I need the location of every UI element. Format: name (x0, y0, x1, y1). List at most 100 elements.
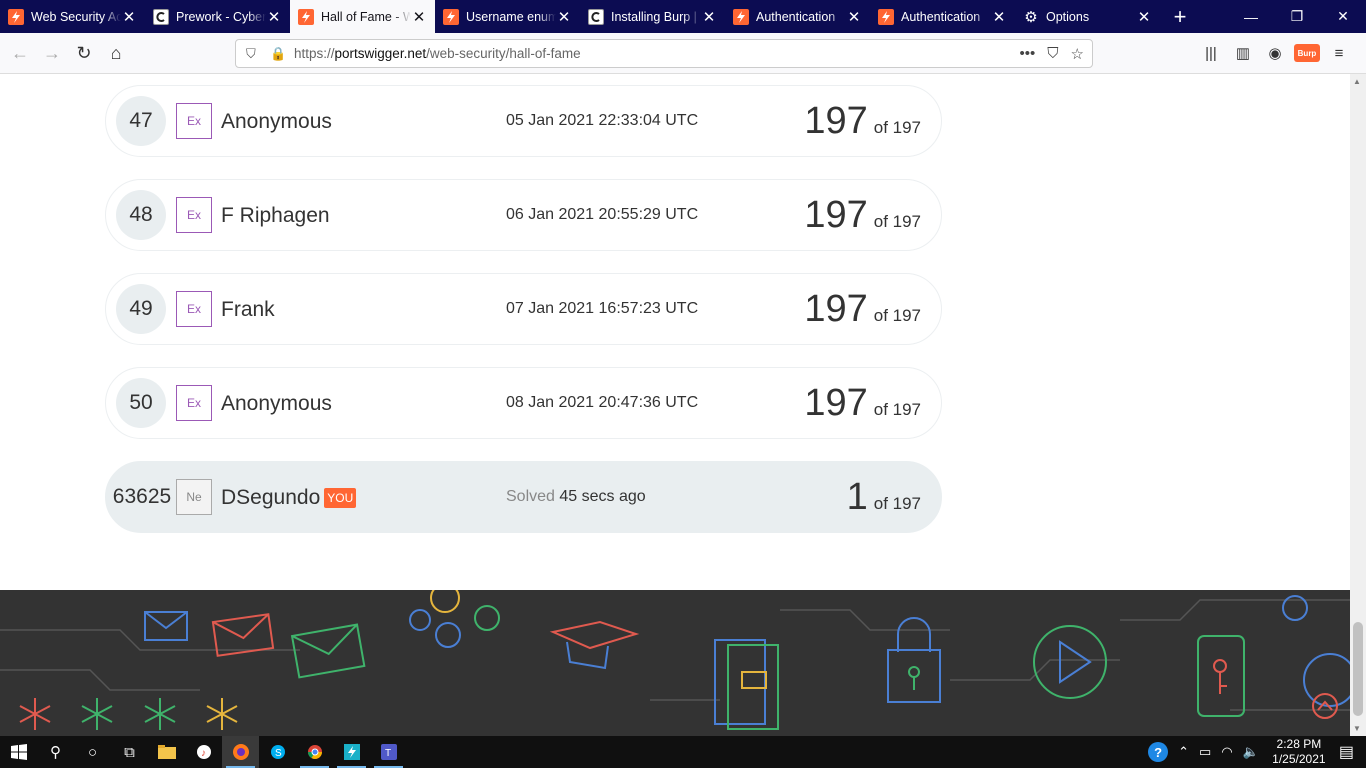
scroll-up-arrow-icon[interactable]: ▲ (1353, 77, 1361, 86)
user-name: F Riphagen (221, 204, 330, 227)
score: 197 of 197 (804, 100, 921, 142)
tab-prework[interactable]: Prework - Cyber ✕ (145, 0, 290, 33)
url-path: /web-security/hall-of-fame (426, 46, 581, 61)
itunes-icon[interactable]: ♪ (185, 736, 222, 768)
volume-icon[interactable]: 🔈 (1243, 744, 1259, 760)
you-badge: YOU (324, 488, 357, 508)
rank-number: 49 (116, 284, 166, 334)
current-user-row: 63625 Ne DSegundo YOU Solved 45 secs ago … (105, 461, 942, 533)
expert-badge-icon: Ex (176, 291, 212, 327)
footer-illustration (0, 590, 1350, 736)
score: 1 of 197 (846, 476, 921, 518)
solved-date: 05 Jan 2021 22:33:04 UTC (506, 112, 699, 129)
svg-text:S: S (275, 748, 282, 759)
c-icon (588, 8, 604, 25)
page-scrollbar[interactable]: ▲ ▼ (1350, 74, 1366, 736)
new-tab-button[interactable]: + (1160, 0, 1200, 33)
tab-authentication-2[interactable]: Authentication ✕ (870, 0, 1015, 33)
burp-extension-icon[interactable]: Burp (1294, 44, 1320, 62)
notifications-icon[interactable]: ▤ (1339, 742, 1354, 762)
minimize-icon[interactable]: — (1228, 0, 1274, 33)
tab-web-security-academy[interactable]: Web Security Ac ✕ (0, 0, 145, 33)
chevron-up-icon[interactable]: ⌃ (1178, 744, 1189, 760)
close-tab-icon[interactable]: ✕ (121, 8, 137, 26)
portswigger-icon (443, 8, 459, 25)
lock-icon[interactable]: 🔒 (270, 46, 286, 62)
envelope-icon (144, 611, 366, 679)
user-name: Frank (221, 298, 275, 321)
tab-title: Web Security Ac (31, 9, 121, 24)
solved-date: 08 Jan 2021 20:47:36 UTC (506, 394, 699, 411)
portswigger-icon (298, 8, 314, 25)
expert-badge-icon: Ex (176, 103, 212, 139)
score: 197 of 197 (804, 382, 921, 424)
skype-icon[interactable]: S (259, 736, 296, 768)
windows-start-icon[interactable] (0, 736, 37, 768)
search-icon[interactable]: ⚲ (37, 736, 74, 768)
smartphone-icon (1197, 635, 1245, 717)
library-icon[interactable]: ||| (1198, 37, 1224, 69)
tab-hall-of-fame[interactable]: Hall of Fame - W ✕ (290, 0, 435, 33)
close-window-icon[interactable]: ✕ (1320, 0, 1366, 33)
scrollbar-thumb[interactable] (1353, 622, 1363, 716)
tab-title: Authentication (756, 9, 836, 24)
clock[interactable]: 2:28 PM 1/25/2021 (1264, 737, 1334, 767)
file-explorer-icon[interactable] (148, 736, 185, 768)
close-tab-icon[interactable]: ✕ (556, 8, 572, 26)
address-bar[interactable]: ⛉ 🔒 https://portswigger.net/web-security… (235, 39, 1093, 68)
restore-icon[interactable]: ❐ (1274, 0, 1320, 33)
portswigger-icon (8, 8, 24, 25)
gear-icon (409, 590, 1350, 707)
home-icon[interactable]: ⌂ (100, 37, 132, 69)
teams-icon[interactable]: T (370, 736, 407, 768)
book-icon (714, 639, 779, 730)
menu-icon[interactable]: ≡ (1326, 37, 1352, 69)
tab-options[interactable]: ⚙ Options ✕ (1015, 0, 1160, 33)
cortana-icon[interactable]: ○ (74, 736, 111, 768)
chrome-icon[interactable] (296, 736, 333, 768)
tab-title: Username enum (466, 9, 556, 24)
burp-suite-icon[interactable] (333, 736, 370, 768)
help-icon[interactable]: ? (1148, 742, 1169, 762)
expert-badge-icon: Ex (176, 197, 212, 233)
page-actions-icon[interactable]: ••• (1020, 45, 1036, 63)
tab-title: Hall of Fame - W (321, 9, 411, 24)
gear-icon: ⚙ (1024, 8, 1038, 26)
leaderboard-row: 49 Ex Frank 07 Jan 2021 16:57:23 UTC 197… (105, 273, 942, 345)
solved-date: 07 Jan 2021 16:57:23 UTC (506, 300, 699, 317)
url-prefix: https:// (294, 46, 335, 61)
tab-title: Options (1046, 9, 1090, 24)
close-tab-icon[interactable]: ✕ (701, 8, 717, 26)
scroll-down-arrow-icon[interactable]: ▼ (1353, 724, 1361, 733)
sidebar-icon[interactable]: ▥ (1230, 37, 1256, 69)
battery-icon[interactable]: ▭ (1199, 744, 1211, 760)
task-view-icon[interactable]: ⧉ (111, 736, 148, 768)
pocket-icon[interactable]: ⛉ (1047, 45, 1058, 63)
close-tab-icon[interactable]: ✕ (411, 8, 427, 26)
tab-authentication-1[interactable]: Authentication ✕ (725, 0, 870, 33)
firefox-icon[interactable] (222, 736, 259, 768)
close-tab-icon[interactable]: ✕ (1136, 8, 1152, 26)
svg-text:♪: ♪ (201, 748, 206, 759)
account-icon[interactable]: ◉ (1262, 37, 1288, 69)
windows-taskbar: ⚲ ○ ⧉ ♪ S T ? ⌃ ▭ ◠ 🔈 2:28 PM 1/25/2021 … (0, 736, 1366, 768)
bookmark-star-icon[interactable]: ☆ (1071, 45, 1084, 63)
tab-installing-burp[interactable]: Installing Burp | ✕ (580, 0, 725, 33)
close-tab-icon[interactable]: ✕ (991, 8, 1007, 26)
reload-icon[interactable]: ↻ (68, 37, 100, 69)
tab-title: Installing Burp | (611, 9, 697, 24)
user-name: DSegundo YOU (221, 486, 357, 510)
close-tab-icon[interactable]: ✕ (846, 8, 862, 26)
wifi-icon[interactable]: ◠ (1221, 744, 1232, 760)
forward-arrow-icon[interactable]: → (36, 37, 68, 69)
score: 197 of 197 (804, 288, 921, 330)
navigation-bar: ← → ↻ ⌂ ⛉ 🔒 https://portswigger.net/web-… (0, 33, 1366, 74)
user-name: Anonymous (221, 392, 332, 415)
tab-username-enumeration[interactable]: Username enum ✕ (435, 0, 580, 33)
close-tab-icon[interactable]: ✕ (266, 8, 282, 26)
back-arrow-icon[interactable]: ← (4, 37, 36, 69)
c-icon (153, 8, 169, 25)
rank-number: 50 (116, 378, 166, 428)
shield-icon[interactable]: ⛉ (246, 46, 262, 62)
score: 197 of 197 (804, 194, 921, 236)
